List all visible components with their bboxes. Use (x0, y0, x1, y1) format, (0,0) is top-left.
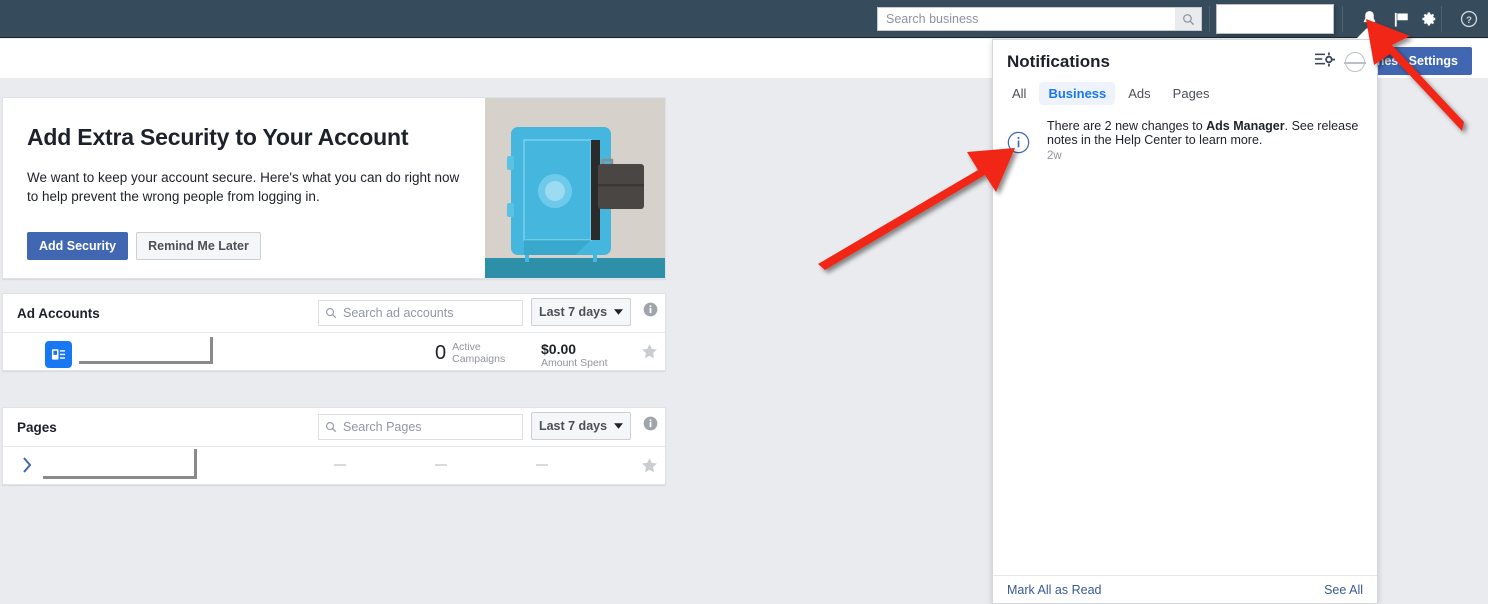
pages-date-range-select[interactable]: Last 7 days (531, 412, 631, 440)
pages-header: Pages Last 7 days (3, 408, 665, 447)
flag-glyph (1394, 12, 1408, 27)
info-icon (643, 302, 658, 317)
notifications-panel: Notifications All Business Ads Pages The… (992, 39, 1378, 604)
active-campaigns-label: Active Campaigns (452, 341, 506, 365)
mark-all-as-read-link[interactable]: Mark All as Read (1007, 583, 1101, 597)
redacted-ad-account-name (79, 337, 213, 364)
chevron-down-icon (614, 423, 624, 429)
search-icon (1182, 13, 1194, 25)
ad-account-glyph (51, 349, 66, 360)
page-row[interactable] (3, 447, 665, 485)
redacted-account-name (1216, 4, 1334, 34)
chevron-down-icon (614, 309, 624, 315)
security-promo-card: Add Extra Security to Your Account We wa… (2, 97, 666, 279)
amount-spent-value: $0.00 (541, 341, 577, 357)
star-glyph (642, 344, 657, 359)
notification-item-body: There are 2 new changes to Ads Manager. … (1047, 119, 1363, 162)
ad-account-row[interactable]: 0 Active Campaigns $0.00 Amount Spent (3, 333, 665, 371)
gear-glyph (1422, 12, 1436, 26)
ad-accounts-search-input[interactable] (337, 306, 516, 320)
notification-settings-icon[interactable] (1315, 51, 1335, 73)
notifications-header: Notifications (993, 40, 1377, 76)
notifications-title: Notifications (1007, 52, 1110, 71)
info-circle-glyph (1007, 131, 1030, 154)
notifications-header-actions (1315, 51, 1366, 73)
loading-spinner-icon (1344, 52, 1366, 72)
pages-info-icon[interactable] (643, 416, 658, 436)
pages-date-range-label: Last 7 days (538, 419, 608, 433)
security-card-body: We want to keep your account secure. Her… (27, 170, 460, 204)
info-icon (643, 416, 658, 431)
tab-all[interactable]: All (1003, 82, 1035, 105)
pages-card: Pages Last 7 days (2, 407, 666, 485)
safe-vault-illustration (485, 98, 665, 278)
notifications-tabs: All Business Ads Pages (993, 76, 1377, 113)
notifications-panel-caret (1356, 28, 1378, 39)
active-campaigns-stat: 0 Active Campaigns (435, 341, 505, 365)
chevron-right-icon[interactable] (22, 457, 32, 478)
nav-divider-2 (1342, 6, 1343, 32)
page-stat-3 (536, 464, 548, 466)
tab-pages[interactable]: Pages (1164, 82, 1219, 105)
nav-divider-3 (1441, 6, 1442, 32)
star-icon[interactable] (641, 457, 658, 479)
ad-accounts-title: Ad Accounts (17, 305, 100, 321)
notification-item-text: There are 2 new changes to Ads Manager. … (1047, 119, 1363, 147)
security-card-title: Add Extra Security to Your Account (27, 124, 409, 150)
remind-me-later-button[interactable]: Remind Me Later (136, 232, 261, 260)
amount-spent-stat: $0.00 Amount Spent (541, 341, 608, 369)
ad-accounts-date-range-select[interactable]: Last 7 days (531, 298, 631, 326)
amount-spent-label: Amount Spent (541, 357, 608, 369)
bell-glyph (1363, 11, 1375, 27)
page-stat-2 (435, 464, 447, 466)
notification-item-timestamp: 2w (1047, 150, 1062, 162)
search-icon (326, 308, 337, 319)
notification-text-part1: There are 2 new changes to (1047, 119, 1207, 133)
ad-accounts-date-range-label: Last 7 days (538, 305, 608, 319)
ad-account-icon (45, 341, 72, 368)
add-security-button[interactable]: Add Security (27, 232, 129, 260)
pages-search-input[interactable] (337, 420, 516, 434)
safe-illustration-svg (485, 127, 665, 278)
help-icon[interactable]: ? (1452, 0, 1486, 38)
ad-accounts-card: Ad Accounts Last 7 days (2, 293, 666, 371)
notifications-list: There are 2 new changes to Ads Manager. … (993, 113, 1377, 575)
see-all-link[interactable]: See All (1324, 583, 1363, 597)
gear-icon[interactable] (1411, 0, 1445, 38)
ad-accounts-search[interactable] (318, 300, 523, 326)
app-root: ? Business Settings Add Extra Security t… (0, 0, 1488, 604)
pages-search[interactable] (318, 414, 523, 440)
svg-text:?: ? (1466, 15, 1472, 26)
security-card-text: Add Extra Security to Your Account We wa… (3, 98, 485, 278)
notification-text-bold: Ads Manager (1206, 119, 1285, 133)
notifications-footer: Mark All as Read See All (993, 575, 1377, 603)
security-card-actions: Add Security Remind Me Later (27, 232, 461, 260)
pages-title: Pages (17, 419, 57, 435)
ad-accounts-header: Ad Accounts Last 7 days (3, 294, 665, 333)
help-glyph: ? (1460, 10, 1478, 28)
chevron-right-glyph (23, 457, 32, 473)
star-glyph (642, 458, 657, 473)
nav-divider-1 (1209, 6, 1210, 32)
info-circle-icon (1007, 119, 1047, 162)
redacted-page-name (43, 449, 197, 479)
page-stat-1 (334, 464, 346, 466)
tab-ads[interactable]: Ads (1119, 82, 1159, 105)
search-button[interactable] (1175, 8, 1201, 30)
star-icon[interactable] (641, 343, 658, 365)
notification-settings-glyph (1315, 52, 1335, 67)
notification-item[interactable]: There are 2 new changes to Ads Manager. … (993, 113, 1377, 172)
top-navigation-bar: ? (0, 0, 1488, 38)
search-input[interactable] (878, 8, 1175, 30)
tab-business[interactable]: Business (1039, 82, 1116, 105)
global-search[interactable] (877, 7, 1202, 31)
search-icon (326, 422, 337, 433)
active-campaigns-value: 0 (435, 341, 447, 364)
ad-accounts-info-icon[interactable] (643, 302, 658, 322)
